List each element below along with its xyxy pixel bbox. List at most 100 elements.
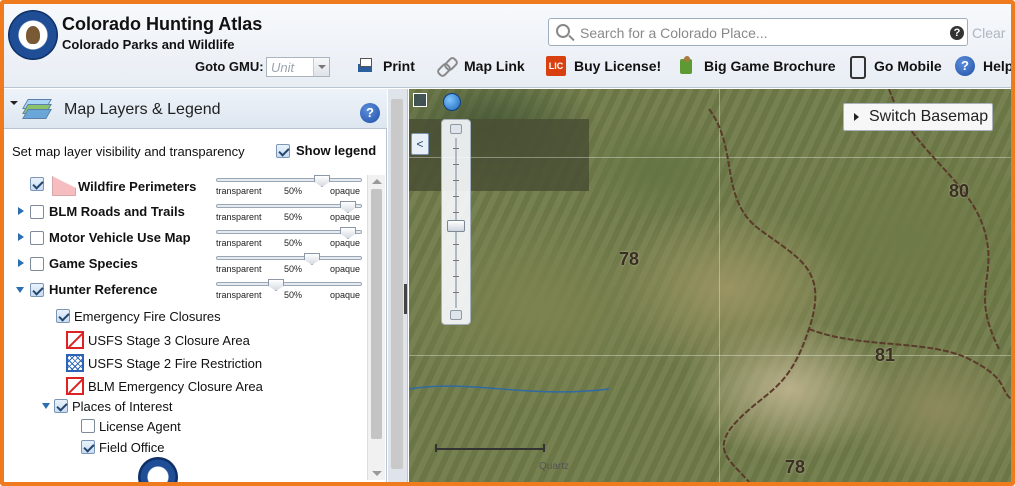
gmu-label: 78: [619, 249, 640, 269]
layer-checkbox-hunter-reference[interactable]: [30, 283, 44, 297]
zoom-tick: [453, 164, 459, 165]
printer-icon: [355, 56, 375, 76]
panel-help-icon[interactable]: ?: [360, 103, 380, 123]
go-mobile-button[interactable]: Go Mobile: [846, 55, 942, 79]
slider-label-opaque: opaque: [330, 186, 361, 196]
expand-icon[interactable]: [18, 207, 28, 215]
layer-checkbox-mvum[interactable]: [30, 231, 44, 245]
zoom-tick: [453, 180, 459, 181]
opacity-slider-hunter-reference[interactable]: transparent 50% opaque: [216, 279, 366, 301]
gmu-select[interactable]: Unit: [266, 57, 330, 77]
brochure-button[interactable]: Big Game Brochure: [676, 55, 835, 77]
expand-icon[interactable]: [18, 259, 28, 267]
layer-row-mvum: Motor Vehicle Use Map transparent 50% op…: [4, 225, 369, 251]
sublayer-emergency-fire-closures[interactable]: Emergency Fire Closures: [56, 305, 221, 327]
slider-thumb[interactable]: [268, 279, 284, 291]
buy-license-button[interactable]: LIC Buy License!: [546, 55, 661, 77]
scroll-down-icon[interactable]: [372, 471, 382, 476]
print-button[interactable]: Print: [355, 55, 415, 77]
layer-checkbox-game-species[interactable]: [30, 257, 44, 271]
map-attribution: Quartz: [539, 461, 570, 472]
opacity-slider-blm-roads[interactable]: transparent 50% opaque: [216, 201, 366, 223]
layer-checkbox-blm-roads[interactable]: [30, 205, 44, 219]
sublayer-places-of-interest[interactable]: Places of Interest: [42, 395, 172, 417]
slider-label-50: 50%: [284, 186, 303, 196]
go-mobile-label: Go Mobile: [874, 58, 942, 74]
slider-label-50: 50%: [284, 212, 303, 222]
opacity-slider-wildfire[interactable]: transparent 50% opaque: [216, 175, 366, 197]
scale-bar: [435, 444, 545, 452]
splitter-grip[interactable]: [404, 284, 407, 314]
sublayer-label-license-agent: License Agent: [99, 418, 181, 434]
sublayer-checkbox-emergency-fire[interactable]: [56, 309, 70, 323]
slider-label-transparent: transparent: [216, 264, 262, 274]
map-link-label: Map Link: [464, 58, 525, 74]
collapse-icon[interactable]: [42, 403, 50, 413]
opacity-slider-mvum[interactable]: transparent 50% opaque: [216, 227, 366, 249]
layer-row-blm-roads: BLM Roads and Trails transparent 50% opa…: [4, 199, 369, 225]
print-label: Print: [383, 58, 415, 74]
brochure-icon: [676, 56, 696, 76]
show-legend-toggle[interactable]: Show legend: [276, 143, 376, 158]
collapse-panel-button[interactable]: <: [411, 133, 429, 155]
chevron-down-icon[interactable]: [313, 58, 329, 76]
show-legend-checkbox[interactable]: [276, 143, 290, 158]
scroll-thumb[interactable]: [371, 189, 382, 439]
chevron-right-icon: [854, 113, 863, 121]
slider-label-opaque: opaque: [330, 264, 361, 274]
license-icon: LIC: [546, 56, 566, 76]
gmu-label: 81: [875, 345, 896, 365]
scroll-up-icon[interactable]: [372, 179, 382, 184]
opacity-slider-game-species[interactable]: transparent 50% opaque: [216, 253, 366, 275]
sublayer-checkbox-field-office[interactable]: [81, 440, 95, 454]
map-link-button[interactable]: Map Link: [436, 55, 525, 77]
globe-icon[interactable]: [443, 93, 461, 111]
sublayer-license-agent[interactable]: License Agent: [81, 415, 181, 437]
mobile-phone-icon: [846, 56, 866, 79]
zoom-out-button[interactable]: [450, 310, 462, 320]
app-title: Colorado Hunting Atlas: [62, 14, 263, 34]
slider-track[interactable]: [216, 256, 362, 260]
slider-label-50: 50%: [284, 290, 303, 300]
slider-label-transparent: transparent: [216, 238, 262, 248]
show-legend-label: Show legend: [296, 143, 377, 158]
zoom-slider[interactable]: [441, 119, 471, 325]
zoom-in-button[interactable]: [450, 124, 462, 134]
collapse-icon[interactable]: [16, 287, 24, 297]
gmu-boundary-lines: [409, 89, 1011, 482]
place-search-input[interactable]: Search for a Colorado Place...: [548, 18, 968, 46]
panel-scrollbar[interactable]: [367, 175, 385, 480]
slider-track[interactable]: [216, 282, 362, 286]
layers-panel-header[interactable]: Map Layers & Legend ?: [4, 89, 387, 129]
panel-collapse-icon[interactable]: [10, 101, 18, 109]
panel-splitter[interactable]: [388, 89, 408, 482]
sublayer-label-places: Places of Interest: [72, 398, 173, 414]
sublayer-checkbox-license-agent[interactable]: [81, 419, 95, 433]
gmu-label: 78: [785, 457, 806, 477]
wildfire-perimeter-swatch: [52, 176, 74, 194]
slider-label-opaque: opaque: [330, 290, 361, 300]
slider-track[interactable]: [216, 178, 362, 182]
sublayer-label-field-office: Field Office: [99, 439, 165, 455]
slider-label-opaque: opaque: [330, 238, 361, 248]
slider-label-50: 50%: [284, 264, 303, 274]
search-help-icon[interactable]: ?: [950, 26, 964, 40]
sublayer-checkbox-places[interactable]: [54, 399, 68, 413]
app-subtitle: Colorado Parks and Wildlife: [62, 37, 235, 52]
page-scroll-thumb[interactable]: [391, 99, 403, 469]
layer-checkbox-wildfire[interactable]: [30, 177, 44, 191]
map-view[interactable]: 78 80 81 78 < Switch Basemap Quartz: [409, 89, 1011, 482]
gmu-select-placeholder: Unit: [271, 60, 295, 75]
switch-basemap-label: Switch Basemap: [869, 108, 989, 125]
legend-label-usfs-stage2: USFS Stage 2 Fire Restriction: [88, 355, 263, 371]
switch-basemap-button[interactable]: Switch Basemap: [843, 103, 993, 131]
zoom-thumb[interactable]: [447, 220, 465, 232]
layer-name-hunter-reference: Hunter Reference: [49, 282, 158, 297]
fullscreen-icon[interactable]: [413, 93, 427, 107]
expand-icon[interactable]: [18, 233, 28, 241]
slider-thumb[interactable]: [304, 253, 320, 265]
clear-search-button[interactable]: Clear: [972, 25, 1005, 41]
help-button[interactable]: ? Help: [955, 55, 1011, 77]
slider-thumb[interactable]: [314, 175, 330, 187]
sublayer-field-office[interactable]: Field Office: [81, 436, 165, 458]
